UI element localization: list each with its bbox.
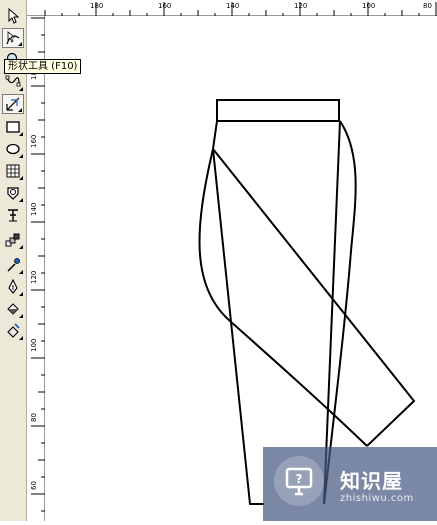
watermark-logo: ? — [274, 456, 324, 506]
flyout-indicator — [19, 336, 23, 340]
flyout-indicator — [19, 270, 23, 274]
ruler-top-label: 140 — [226, 2, 239, 10]
flyout-indicator — [19, 154, 23, 158]
shape-tool-button[interactable] — [2, 28, 24, 48]
basic-shapes-tool-button[interactable] — [2, 183, 24, 203]
ruler-top-label: 100 — [362, 2, 375, 10]
horizontal-ruler[interactable]: 180 160 140 120 100 80 — [27, 0, 437, 16]
interactive-blend-tool-button[interactable] — [2, 230, 24, 250]
flyout-indicator — [19, 245, 23, 249]
svg-text:?: ? — [296, 472, 303, 486]
pick-arrow-icon — [8, 7, 20, 24]
ruler-top-label: 80 — [423, 2, 432, 10]
ruler-top-label: 160 — [158, 2, 171, 10]
flyout-indicator — [18, 108, 22, 112]
smart-fill-tool-button[interactable] — [2, 94, 24, 114]
fill-tool-button[interactable] — [2, 299, 24, 319]
ruler-top-label: 120 — [294, 2, 307, 10]
flyout-indicator — [19, 198, 23, 202]
vertical-ruler[interactable]: 200 180 160 140 120 100 80 60 — [27, 0, 45, 521]
ruler-left-label: 140 — [30, 203, 38, 216]
ruler-left-label: 80 — [30, 413, 38, 422]
interactive-fill-tool-button[interactable] — [2, 321, 24, 341]
eyedropper-tool-button[interactable] — [2, 255, 24, 275]
skirt-waistband[interactable] — [216, 99, 340, 122]
drape-curve[interactable] — [198, 148, 368, 447]
flyout-indicator — [19, 176, 23, 180]
ellipse-tool-button[interactable] — [2, 139, 24, 159]
ruler-left-label: 160 — [30, 135, 38, 148]
watermark-subtitle: zhishiwu.com — [340, 493, 414, 504]
ruler-left-label: 60 — [30, 481, 38, 490]
freehand-tool-button[interactable] — [2, 72, 24, 92]
drawing-canvas[interactable] — [45, 16, 437, 521]
rectangle-tool-button[interactable] — [2, 117, 24, 137]
outline-pen-tool-button[interactable] — [2, 277, 24, 297]
ruler-left-label: 120 — [30, 271, 38, 284]
watermark-title: 知识屋 — [340, 469, 403, 493]
flyout-indicator — [19, 292, 23, 296]
flyout-indicator — [19, 314, 23, 318]
ruler-top-label: 180 — [90, 2, 103, 10]
text-tool-button[interactable] — [2, 205, 24, 225]
shape-tool-tooltip: 形状工具 (F10) — [4, 59, 82, 74]
drape-panel[interactable] — [212, 148, 416, 447]
flyout-indicator — [19, 132, 23, 136]
toolbox — [0, 0, 27, 521]
pick-tool-button[interactable] — [2, 6, 24, 26]
watermark: ? 知识屋 zhishiwu.com — [263, 447, 437, 521]
flyout-indicator — [18, 42, 22, 46]
ruler-left-label: 100 — [30, 339, 38, 352]
flyout-indicator — [19, 87, 23, 91]
table-tool-button[interactable] — [2, 161, 24, 181]
text-icon — [8, 209, 18, 222]
